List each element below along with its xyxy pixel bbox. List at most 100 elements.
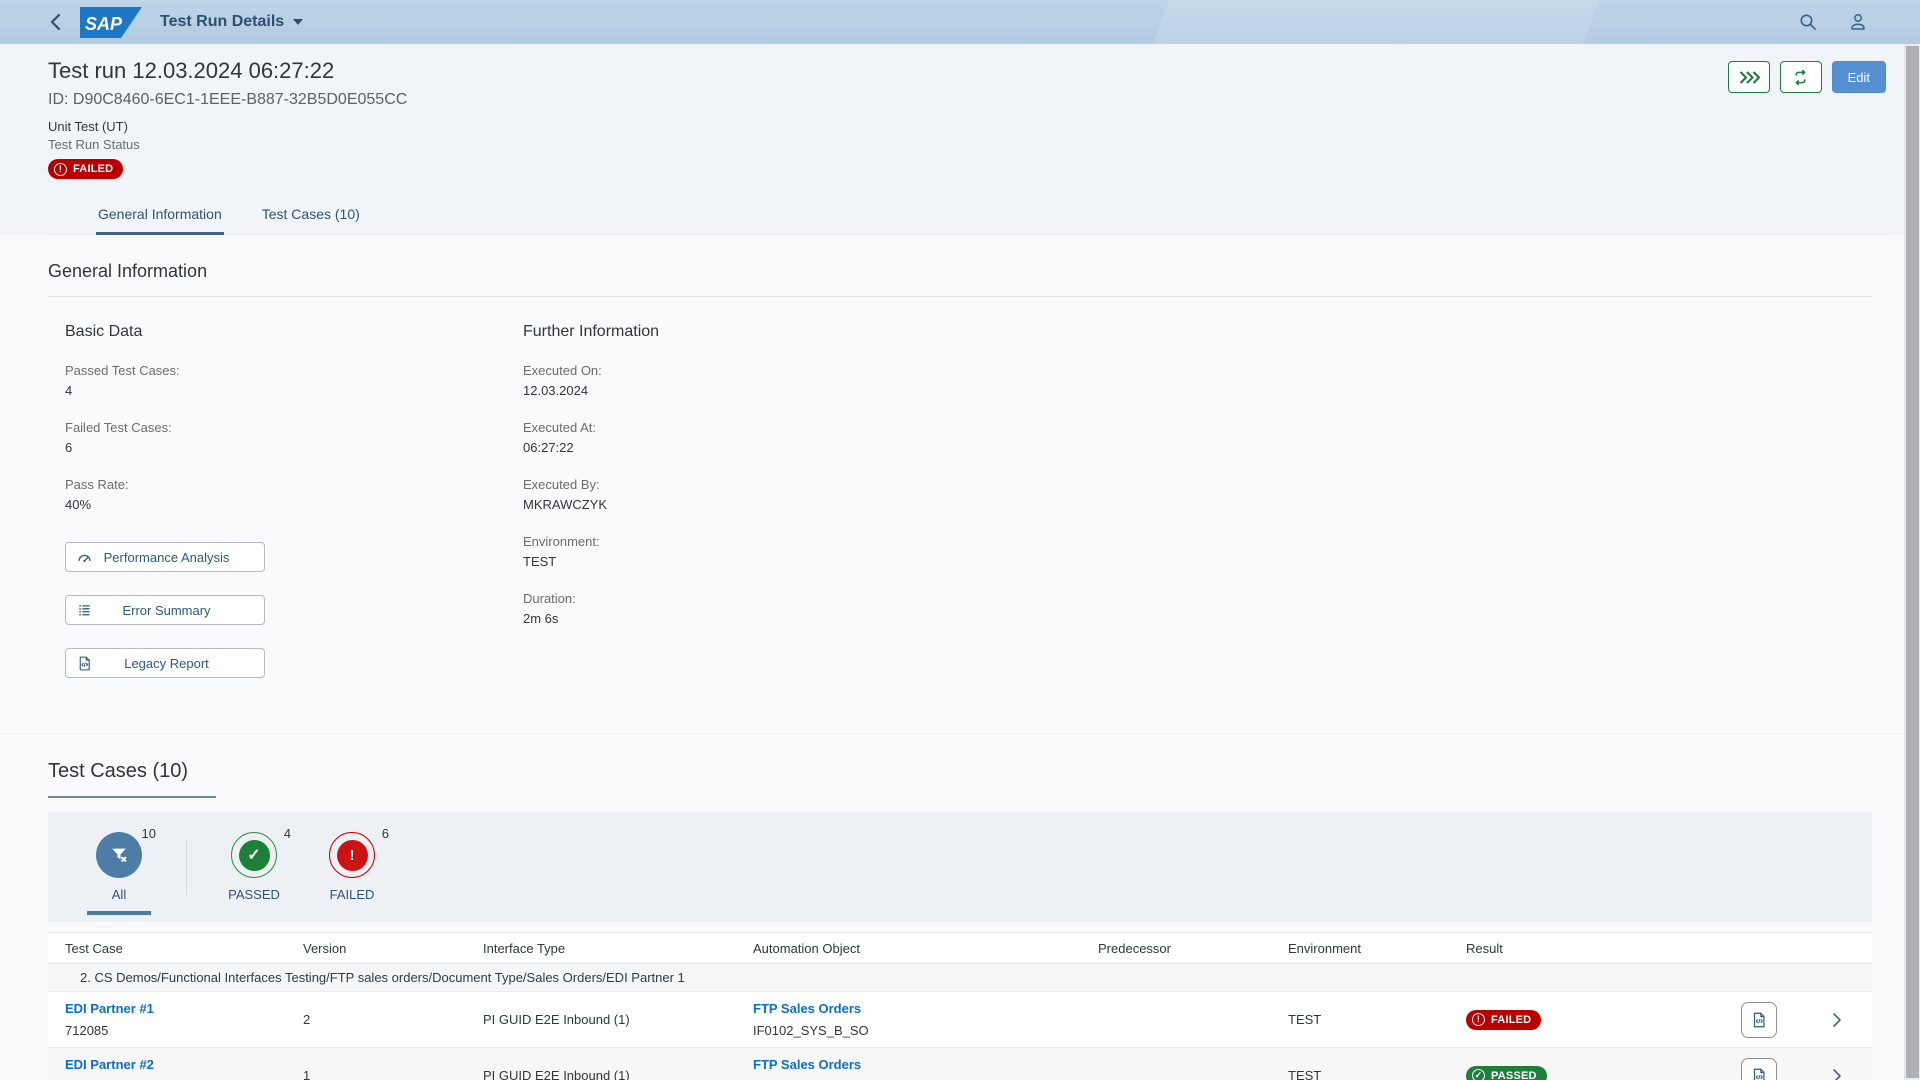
sap-logo[interactable]: SAP <box>80 7 142 38</box>
user-icon <box>1848 12 1868 32</box>
field-value: MKRAWCZYK <box>523 497 981 512</box>
filter-all[interactable]: 10 All <box>70 812 168 922</box>
field-value: 40% <box>65 497 523 512</box>
interface-type-cell: PI GUID E2E Inbound (1) <box>483 1068 753 1080</box>
field-passed-test-cases: Passed Test Cases: 4 <box>65 363 523 398</box>
button-label: Legacy Report <box>97 656 236 671</box>
field-value: 6 <box>65 440 523 455</box>
legacy-report-button[interactable]: Legacy Report <box>65 648 265 678</box>
version-cell: 1 <box>303 1068 483 1080</box>
page-id: ID: D90C8460-6EC1-1EEE-B887-32B5D0E055CC <box>48 91 407 109</box>
legacy-report-row-button[interactable] <box>1741 1058 1777 1080</box>
back-button[interactable] <box>44 9 66 35</box>
report-actions: Performance Analysis Error Summary Legac… <box>65 542 523 678</box>
interface-type-cell: PI GUID E2E Inbound (1) <box>483 1012 753 1027</box>
scrollbar-thumb[interactable] <box>1906 46 1919 1078</box>
expand-actions-button[interactable] <box>1728 61 1770 93</box>
field-value: 4 <box>65 383 523 398</box>
search-button[interactable] <box>1796 10 1820 34</box>
shell-title: Test Run Details <box>160 13 284 31</box>
error-summary-button[interactable]: Error Summary <box>65 595 265 625</box>
further-information-heading: Further Information <box>523 323 981 341</box>
table-header-row: Test Case Version Interface Type Automat… <box>48 932 1872 964</box>
shell-right <box>1796 10 1870 34</box>
chevron-left-icon <box>48 13 62 31</box>
basic-data-heading: Basic Data <box>65 323 523 341</box>
test-case-link[interactable]: EDI Partner #2 <box>65 1057 303 1072</box>
status-badge-text: FAILED <box>73 163 113 175</box>
button-label: Error Summary <box>97 603 236 618</box>
test-cases-table: Test Case Version Interface Type Automat… <box>48 932 1872 1080</box>
button-label: Performance Analysis <box>97 550 236 565</box>
test-case-link[interactable]: EDI Partner #1 <box>65 1001 303 1016</box>
result-badge: ! FAILED <box>1466 1010 1541 1030</box>
field-executed-at: Executed At: 06:27:22 <box>523 420 981 455</box>
field-label: Executed At: <box>523 420 981 435</box>
column-environment: Environment <box>1288 941 1466 956</box>
result-badge-text: FAILED <box>1491 1014 1531 1026</box>
title-block: Test run 12.03.2024 06:27:22 ID: D90C846… <box>48 58 407 179</box>
environment-cell: TEST <box>1288 1068 1466 1080</box>
field-executed-on: Executed On: 12.03.2024 <box>523 363 981 398</box>
result-badge-text: PASSED <box>1491 1070 1537 1080</box>
automation-object-id: IF0102_SYS_B_SO <box>753 1023 1098 1038</box>
search-icon <box>1798 12 1818 32</box>
column-test-case: Test Case <box>48 941 303 956</box>
error-icon: ! <box>1472 1013 1485 1026</box>
field-label: Pass Rate: <box>65 477 523 492</box>
column-predecessor: Predecessor <box>1098 941 1288 956</box>
test-cases-heading: Test Cases (10) <box>48 760 216 798</box>
tab-test-cases[interactable]: Test Cases (10) <box>260 195 362 234</box>
row-navigation[interactable] <box>1802 1068 1872 1080</box>
table-row[interactable]: EDI Partner #1 712085 2 PI GUID E2E Inbo… <box>48 992 1872 1048</box>
field-label: Passed Test Cases: <box>65 363 523 378</box>
field-value: 12.03.2024 <box>523 383 981 398</box>
scrollbar[interactable] <box>1904 44 1920 1080</box>
field-failed-test-cases: Failed Test Cases: 6 <box>65 420 523 455</box>
chevron-right-icon <box>1832 1012 1842 1028</box>
filter-count: 10 <box>142 826 156 841</box>
filter-label: All <box>112 887 126 902</box>
gauge-icon <box>76 549 93 566</box>
filter-label: FAILED <box>330 887 375 902</box>
field-executed-by: Executed By: MKRAWCZYK <box>523 477 981 512</box>
table-group-header[interactable]: 2. CS Demos/Functional Interfaces Testin… <box>48 964 1872 992</box>
page-subtitle: Unit Test (UT) <box>48 119 407 134</box>
filter-failed[interactable]: 6 ! FAILED <box>303 812 401 922</box>
refresh-icon <box>1791 68 1810 87</box>
shell-title-menu[interactable]: Test Run Details <box>160 13 303 31</box>
field-duration: Duration: 2m 6s <box>523 591 981 626</box>
automation-object-link[interactable]: FTP Sales Orders <box>753 1057 1098 1072</box>
basic-data-column: Basic Data Passed Test Cases: 4 Failed T… <box>65 297 523 701</box>
field-label: Executed On: <box>523 363 981 378</box>
field-label: Duration: <box>523 591 981 606</box>
field-label: Executed By: <box>523 477 981 492</box>
table-row[interactable]: EDI Partner #2 712086 1 PI GUID E2E Inbo… <box>48 1048 1872 1080</box>
performance-analysis-button[interactable]: Performance Analysis <box>65 542 265 572</box>
shell-bar: SAP Test Run Details <box>0 0 1920 44</box>
edit-button[interactable]: Edit <box>1832 61 1886 93</box>
user-button[interactable] <box>1846 10 1870 34</box>
filter-count: 6 <box>382 826 389 841</box>
filter-count: 4 <box>284 826 291 841</box>
column-interface-type: Interface Type <box>483 941 753 956</box>
field-value: 06:27:22 <box>523 440 981 455</box>
field-environment: Environment: TEST <box>523 534 981 569</box>
automation-object-link[interactable]: FTP Sales Orders <box>753 1001 1098 1016</box>
page-title: Test run 12.03.2024 06:27:22 <box>48 58 407 84</box>
success-icon: ✓ <box>239 840 270 871</box>
row-navigation[interactable] <box>1802 1012 1872 1028</box>
environment-cell: TEST <box>1288 1012 1466 1027</box>
tab-general-information[interactable]: General Information <box>96 195 224 234</box>
filter-label: PASSED <box>228 887 280 902</box>
document-code-icon <box>1750 1011 1768 1029</box>
legacy-report-row-button[interactable] <box>1741 1002 1777 1038</box>
general-information-heading: General Information <box>48 235 1872 282</box>
filter-passed[interactable]: 4 ✓ PASSED <box>205 812 303 922</box>
field-label: Failed Test Cases: <box>65 420 523 435</box>
filter-x-icon <box>108 844 130 866</box>
field-label: Environment: <box>523 534 981 549</box>
restart-button[interactable] <box>1780 61 1822 93</box>
section-divider <box>0 733 1920 734</box>
page-content: General Information Basic Data Passed Te… <box>0 235 1920 1080</box>
